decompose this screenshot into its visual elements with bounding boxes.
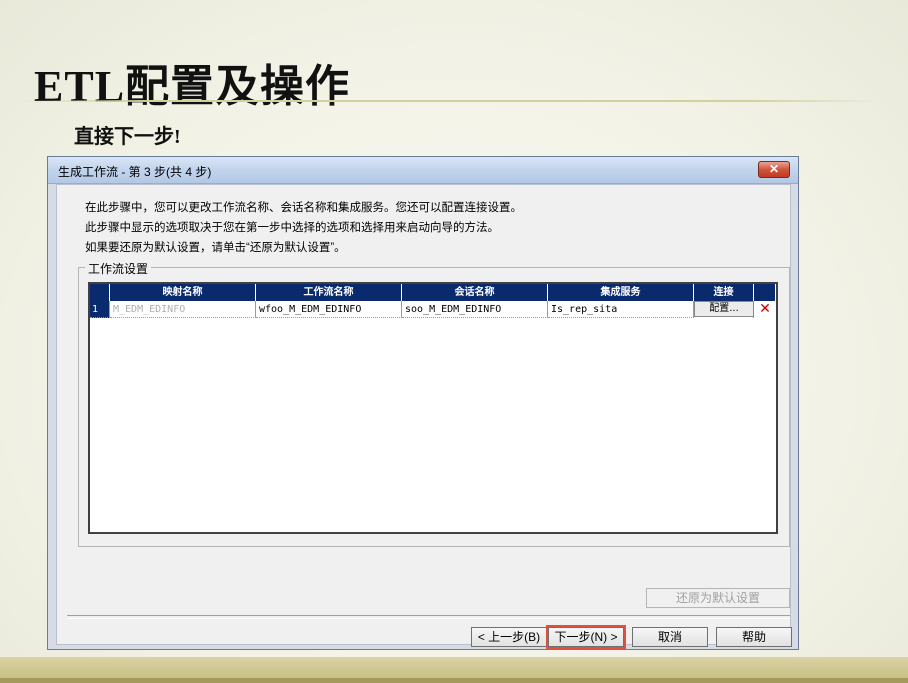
- footer-strip: [0, 678, 908, 683]
- row-number: 1: [90, 301, 110, 318]
- header-integration-service[interactable]: 集成服务: [548, 284, 694, 301]
- button-divider: [67, 615, 790, 619]
- instruction-line-1: 在此步骤中，您可以更改工作流名称、会话名称和集成服务。您还可以配置连接设置。: [85, 202, 522, 214]
- instruction-line-2: 此步骤中显示的选项取决于您在第一步中选择的选项和选择用来启动向导的方法。: [85, 222, 499, 234]
- workflow-wizard-dialog: 生成工作流 - 第 3 步(共 4 步) ✕ 在此步骤中，您可以更改工作流名称、…: [47, 156, 799, 650]
- workflow-settings-group: 工作流设置 映射名称 工作流名称 会话名称 集成服务 连接 1 M_EDM_ED…: [78, 260, 790, 547]
- integration-service-select[interactable]: Is_rep_sita: [548, 301, 694, 318]
- session-name-input[interactable]: soo_M_EDM_EDINFO: [402, 301, 548, 318]
- workflow-name-input[interactable]: wfoo_M_EDM_EDINFO: [256, 301, 402, 318]
- mapping-name-cell: M_EDM_EDINFO: [110, 301, 256, 318]
- slide-title: ETL配置及操作: [34, 62, 351, 111]
- grid-header: 映射名称 工作流名称 会话名称 集成服务 连接: [90, 284, 776, 301]
- restore-defaults-button[interactable]: 还原为默认设置: [646, 588, 790, 608]
- dialog-titlebar[interactable]: 生成工作流 - 第 3 步(共 4 步) ✕: [48, 157, 798, 184]
- header-delete: [754, 284, 776, 301]
- header-connection[interactable]: 连接: [694, 284, 754, 301]
- group-label: 工作流设置: [85, 260, 152, 277]
- slide-subtitle: 直接下一步!: [74, 126, 181, 148]
- header-rownum: [90, 284, 110, 301]
- configure-connection-button[interactable]: 配置...: [694, 301, 754, 317]
- dialog-title: 生成工作流 - 第 3 步(共 4 步): [58, 165, 212, 179]
- next-button[interactable]: 下一步(N) >: [546, 625, 626, 649]
- delete-row-icon[interactable]: ✕: [754, 301, 776, 318]
- cancel-button[interactable]: 取消: [632, 627, 708, 647]
- connection-cell: 配置...: [694, 301, 754, 318]
- instruction-line-3: 如果要还原为默认设置，请单击“还原为默认设置”。: [85, 242, 346, 254]
- dialog-body: 在此步骤中，您可以更改工作流名称、会话名称和集成服务。您还可以配置连接设置。 此…: [56, 184, 792, 649]
- back-button[interactable]: < 上一步(B): [471, 627, 547, 647]
- title-divider: [20, 100, 880, 102]
- table-row[interactable]: 1 M_EDM_EDINFO wfoo_M_EDM_EDINFO soo_M_E…: [90, 301, 776, 318]
- close-x-icon: ✕: [768, 162, 780, 176]
- header-mapping-name[interactable]: 映射名称: [110, 284, 256, 301]
- workflow-settings-grid[interactable]: 映射名称 工作流名称 会话名称 集成服务 连接 1 M_EDM_EDINFO w…: [88, 282, 778, 534]
- help-button[interactable]: 帮助: [716, 627, 792, 647]
- header-workflow-name[interactable]: 工作流名称: [256, 284, 402, 301]
- header-session-name[interactable]: 会话名称: [402, 284, 548, 301]
- close-button[interactable]: ✕: [758, 161, 790, 178]
